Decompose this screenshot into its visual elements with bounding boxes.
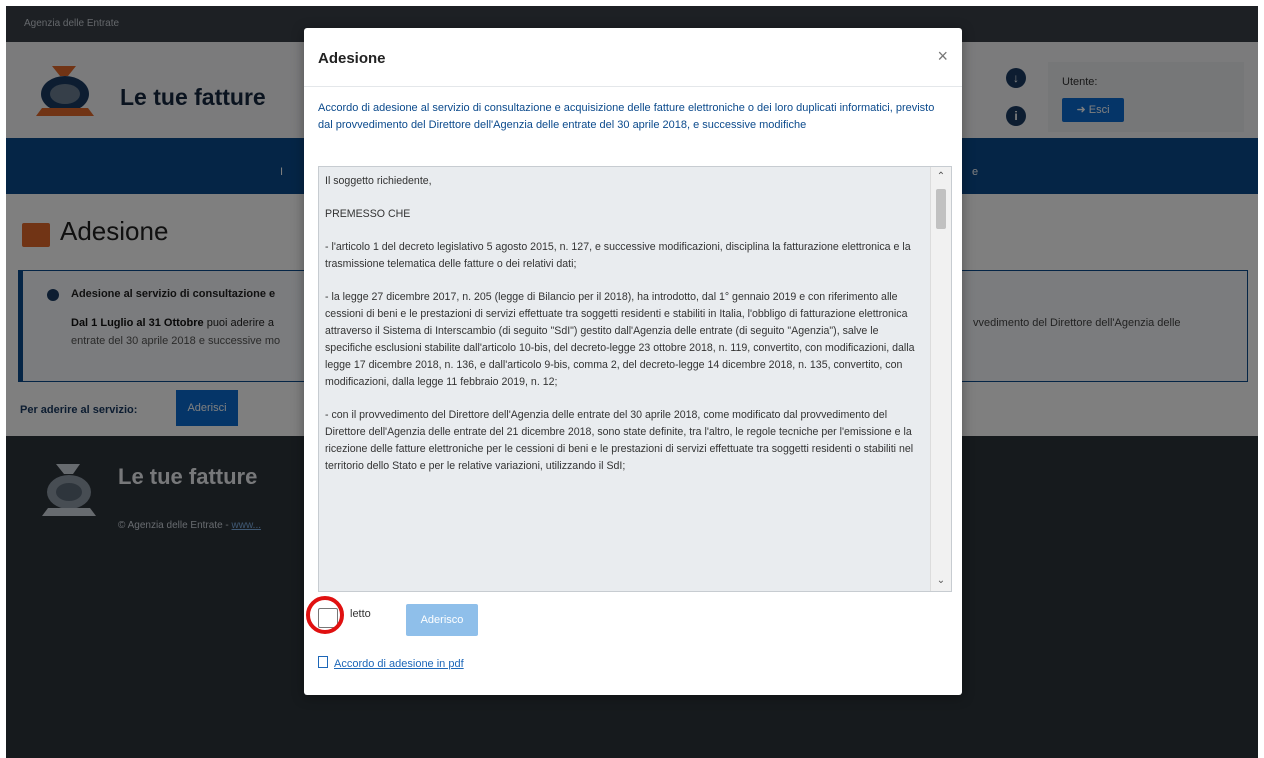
scroll-up-icon[interactable]: ⌃: [931, 169, 951, 185]
agreement-paragraph: PREMESSO CHE: [325, 208, 411, 220]
modal-title: Adesione: [318, 50, 386, 67]
scroll-down-icon[interactable]: ⌄: [931, 573, 951, 589]
browser-viewport: Agenzia delle Entrate Le tue fatture ↓ i…: [6, 6, 1258, 758]
pdf-file-icon: [318, 656, 328, 668]
agreement-textarea[interactable]: Il soggetto richiedente, PREMESSO CHE - …: [318, 166, 952, 592]
agreement-paragraph: - l'articolo 1 del decreto legislativo 5…: [325, 241, 911, 270]
agreement-paragraph: - la legge 27 dicembre 2017, n. 205 (leg…: [325, 291, 915, 388]
agreement-text: Il soggetto richiedente, PREMESSO CHE - …: [325, 173, 921, 491]
pdf-link-text[interactable]: Accordo di adesione in pdf: [334, 658, 464, 670]
modal-intro: Accordo di adesione al servizio di consu…: [318, 102, 935, 131]
scroll-thumb[interactable]: [936, 189, 946, 229]
pdf-link[interactable]: Accordo di adesione in pdf: [318, 656, 464, 670]
aderisco-button[interactable]: Aderisco: [406, 604, 478, 636]
read-checkbox-label[interactable]: letto: [350, 608, 371, 620]
modal-header: Adesione ×: [304, 28, 962, 87]
textarea-scrollbar[interactable]: ⌃ ⌄: [930, 167, 951, 591]
close-icon[interactable]: ×: [937, 46, 948, 67]
agreement-paragraph: - con il provvedimento del Direttore del…: [325, 409, 914, 472]
agreement-paragraph: Il soggetto richiedente,: [325, 175, 432, 187]
read-checkbox[interactable]: [318, 608, 338, 628]
adesione-modal: Adesione × Accordo di adesione al serviz…: [304, 28, 962, 695]
